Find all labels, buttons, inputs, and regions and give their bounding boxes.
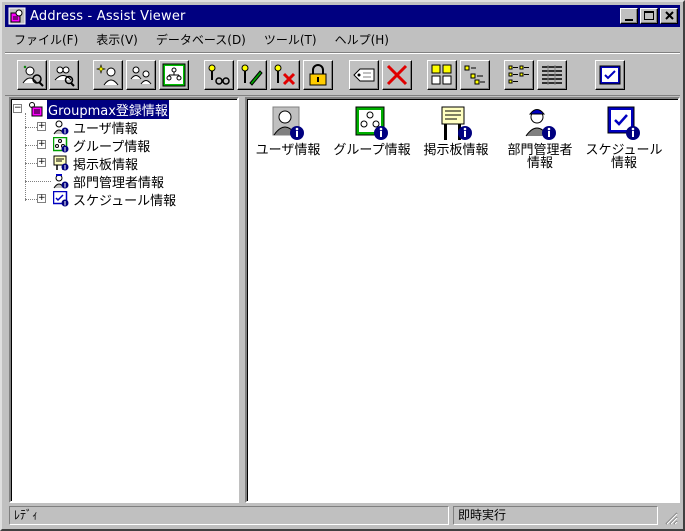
- status-bar: ﾚﾃﾞｨ 即時実行: [5, 505, 680, 527]
- tree-item-label: グループ情報: [73, 139, 151, 155]
- department-admin-icon: [53, 174, 69, 189]
- tree-root-label: Groupmax登録情報: [47, 99, 169, 119]
- content-item-schedule-info[interactable]: スケジュール 情報: [582, 106, 666, 170]
- schedule-button[interactable]: [595, 60, 625, 90]
- group-tree-button[interactable]: [159, 60, 189, 90]
- tree-item-label: 掲示板情報: [73, 157, 139, 173]
- details-view-button[interactable]: [537, 60, 567, 90]
- maximize-button[interactable]: [640, 8, 658, 24]
- user-search-icon: [22, 65, 44, 87]
- edit-key-button[interactable]: [237, 60, 267, 90]
- expand-icon[interactable]: +: [37, 194, 46, 203]
- user-info-icon: [272, 106, 304, 140]
- menu-database[interactable]: データベース(D): [147, 31, 255, 48]
- user-group-button[interactable]: [126, 60, 156, 90]
- user-search-button[interactable]: [17, 60, 47, 90]
- content-item-department-admin[interactable]: 部門管理者 情報: [498, 106, 582, 170]
- tree-item-user-info[interactable]: + ユーザ情報: [13, 118, 138, 137]
- expand-icon[interactable]: +: [37, 140, 46, 149]
- title-bar[interactable]: Address - Assist Viewer: [5, 5, 680, 27]
- large-icons-view-button[interactable]: [427, 60, 457, 90]
- new-user-icon: [96, 64, 119, 86]
- tree-item-group-info[interactable]: + グループ情報: [13, 136, 151, 155]
- content-item-label: 掲示板情報: [423, 143, 489, 158]
- tree-pane[interactable]: − Groupmax登録情報 + ユーザ情報 + グループ情報 + 掲示板情報 …: [9, 97, 239, 503]
- tree-root-row[interactable]: − Groupmax登録情報: [13, 99, 169, 119]
- groupmax-icon: [29, 102, 43, 117]
- group-search-button[interactable]: [49, 60, 79, 90]
- department-admin-icon: [525, 109, 556, 140]
- group-search-icon: [54, 66, 75, 87]
- lock-button[interactable]: [303, 60, 333, 90]
- resize-grip-icon[interactable]: [664, 511, 678, 525]
- tree-item-label: 部門管理者情報: [73, 175, 165, 191]
- content-item-label: 部門管理者 情報: [507, 143, 573, 171]
- tag-button[interactable]: [349, 60, 379, 90]
- edit-key-icon: [241, 64, 263, 86]
- bulletin-board-icon: [441, 106, 472, 140]
- content-item-label: ユーザ情報: [255, 143, 321, 158]
- tree-item-label: スケジュール情報: [73, 193, 177, 209]
- find-key-button[interactable]: [204, 60, 234, 90]
- address-app-icon[interactable]: [8, 7, 26, 25]
- user-group-icon: [130, 66, 152, 85]
- app-window: Address - Assist Viewer ファイル(F) 表示(V) デー…: [0, 0, 685, 531]
- list-view-button[interactable]: [504, 60, 534, 90]
- group-info-icon: [355, 106, 388, 140]
- lock-icon: [309, 64, 327, 86]
- user-info-icon: [53, 120, 69, 135]
- delete-button[interactable]: [382, 60, 412, 90]
- content-item-user-info[interactable]: ユーザ情報: [246, 106, 330, 157]
- content-item-bulletin-board[interactable]: 掲示板情報: [414, 106, 498, 157]
- find-key-icon: [208, 64, 230, 85]
- small-icons-view-button[interactable]: [460, 60, 490, 90]
- content-item-group-info[interactable]: グループ情報: [330, 106, 414, 157]
- close-icon: [665, 11, 674, 20]
- tree-item-bulletin-board[interactable]: + 掲示板情報: [13, 154, 139, 173]
- tree-item-department-admin[interactable]: 部門管理者情報: [13, 172, 165, 191]
- tree-item-schedule-info[interactable]: + スケジュール情報: [13, 190, 177, 209]
- tree-item-label: ユーザ情報: [73, 121, 138, 137]
- new-user-button[interactable]: [93, 60, 123, 90]
- status-text: ﾚﾃﾞｨ: [9, 506, 449, 525]
- expand-icon[interactable]: +: [37, 122, 46, 131]
- bulletin-board-icon: [53, 155, 69, 171]
- menu-help[interactable]: ヘルプ(H): [326, 31, 398, 48]
- expand-icon[interactable]: +: [37, 158, 46, 167]
- schedule-info-icon: [607, 106, 640, 140]
- delete-key-icon: [274, 64, 296, 86]
- delete-icon: [386, 64, 408, 86]
- status-mode: 即時実行: [453, 506, 658, 525]
- list-view-icon: [508, 65, 529, 84]
- content-item-label: グループ情報: [333, 143, 411, 158]
- tag-icon: [353, 68, 375, 82]
- collapse-icon[interactable]: −: [13, 104, 22, 113]
- small-icons-view-icon: [464, 65, 485, 85]
- group-tree-icon: [162, 63, 186, 87]
- delete-key-button[interactable]: [270, 60, 300, 90]
- minimize-icon: [625, 19, 633, 21]
- schedule-icon: [599, 65, 621, 85]
- minimize-button[interactable]: [620, 8, 638, 24]
- menu-file[interactable]: ファイル(F): [5, 31, 87, 48]
- window-title: Address - Assist Viewer: [30, 8, 186, 24]
- maximize-icon: [644, 11, 654, 20]
- group-info-icon: [53, 137, 69, 153]
- large-icons-view-icon: [431, 64, 452, 85]
- menu-view[interactable]: 表示(V): [87, 31, 147, 48]
- menu-bar: ファイル(F) 表示(V) データベース(D) ツール(T) ヘルプ(H): [5, 28, 680, 50]
- schedule-info-icon: [53, 191, 69, 207]
- content-pane[interactable]: ユーザ情報 グループ情報 掲示板情報 部門管理者 情報 スケジュール 情報: [245, 97, 680, 503]
- content-item-label: スケジュール 情報: [585, 143, 663, 171]
- details-view-icon: [542, 65, 562, 85]
- toolbar: [5, 52, 680, 96]
- menu-tools[interactable]: ツール(T): [255, 31, 326, 48]
- close-button[interactable]: [660, 8, 678, 24]
